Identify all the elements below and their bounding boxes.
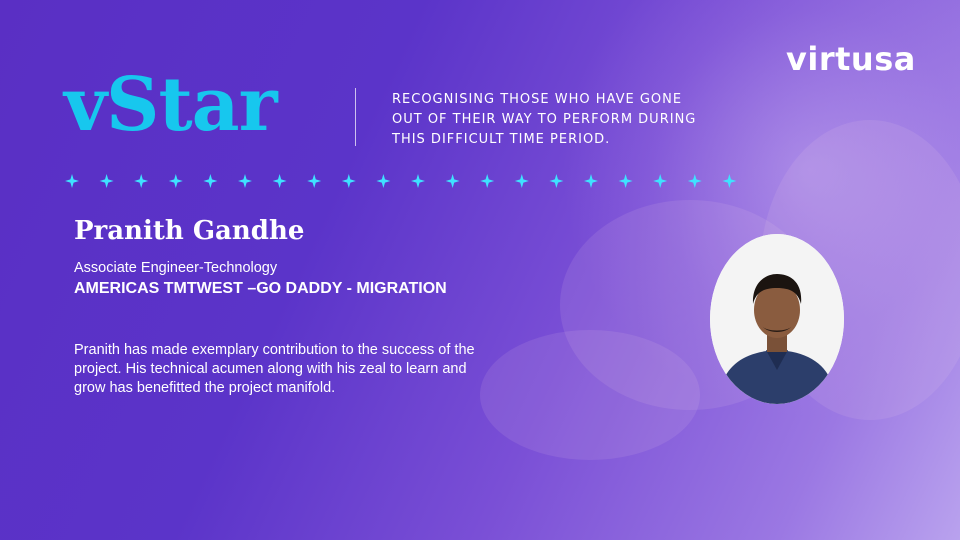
tagline-line: THIS DIFFICULT TIME PERIOD. xyxy=(392,132,611,147)
tagline-line: RECOGNISING THOSE WHO HAVE GONE xyxy=(392,92,683,107)
tagline-line: OUT OF THEIR WAY TO PERFORM DURING xyxy=(392,112,697,127)
sparkle-row xyxy=(65,174,737,188)
four-point-star-icon xyxy=(65,174,79,188)
awardee-photo xyxy=(710,234,844,404)
four-point-star-icon xyxy=(653,174,668,188)
four-point-star-icon xyxy=(584,174,598,188)
virtusa-logo: virtusa xyxy=(786,40,916,78)
four-point-star-icon xyxy=(445,174,460,188)
four-point-star-icon xyxy=(480,174,495,188)
vstar-title: vStar xyxy=(64,62,278,148)
four-point-star-icon xyxy=(618,174,633,188)
four-point-star-icon xyxy=(168,174,183,188)
four-point-star-icon xyxy=(203,174,218,188)
four-point-star-icon xyxy=(134,174,149,188)
four-point-star-icon xyxy=(238,174,252,188)
awardee-name: Pranith Gandhe xyxy=(74,216,305,246)
title-divider xyxy=(355,88,356,146)
four-point-star-icon xyxy=(341,174,356,188)
awardee-description: Pranith has made exemplary contribution … xyxy=(74,341,524,398)
awardee-role: Associate Engineer-Technology xyxy=(74,260,278,276)
tagline: RECOGNISING THOSE WHO HAVE GONE OUT OF T… xyxy=(392,90,722,150)
four-point-star-icon xyxy=(514,174,529,188)
four-point-star-icon xyxy=(376,174,391,188)
four-point-star-icon xyxy=(307,174,322,188)
four-point-star-icon xyxy=(99,174,114,188)
description-line: Pranith has made exemplary contribution … xyxy=(74,342,475,358)
four-point-star-icon xyxy=(411,174,425,188)
award-slide: virtusa vStar RECOGNISING THOSE WHO HAVE… xyxy=(0,0,960,540)
person-portrait-icon xyxy=(710,234,844,404)
four-point-star-icon xyxy=(272,174,287,188)
four-point-star-icon xyxy=(549,174,564,188)
four-point-star-icon xyxy=(722,174,737,188)
four-point-star-icon xyxy=(687,174,702,188)
awardee-account: AMERICAS TMTWEST –GO DADDY - MIGRATION xyxy=(74,280,447,297)
description-line: project. His technical acumen along with… xyxy=(74,361,467,377)
description-line: grow has benefitted the project manifold… xyxy=(74,380,336,396)
